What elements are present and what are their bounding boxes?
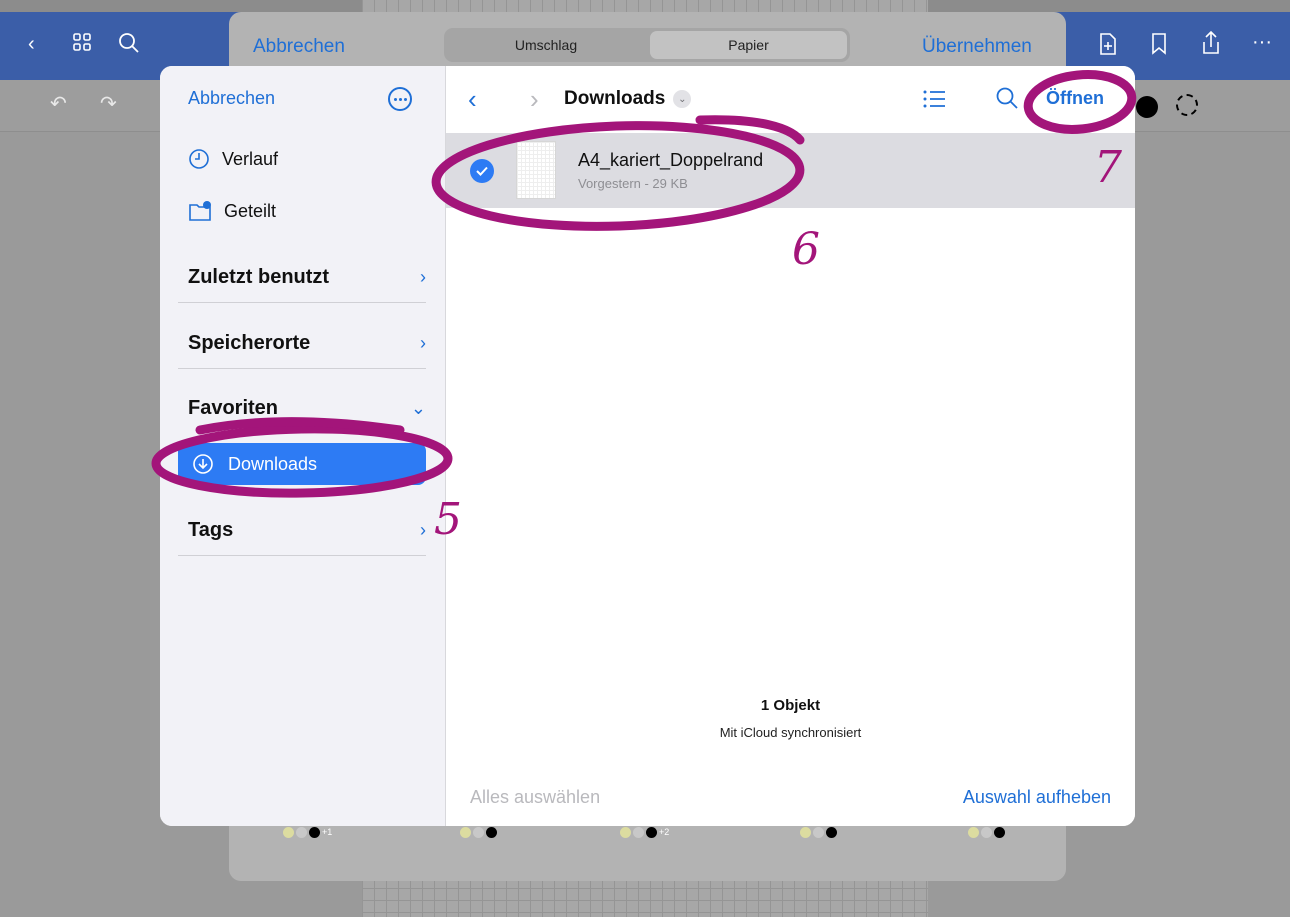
- section-recently-used[interactable]: Zuletzt benutzt ›: [188, 258, 426, 296]
- swatch-count: +2: [659, 827, 670, 837]
- browser-toolbar: ‹ › Downloads ⌄ Öffnen: [446, 66, 1135, 132]
- file-name: A4_kariert_Doppelrand: [578, 150, 764, 170]
- clock-icon: [189, 149, 209, 169]
- forward-button[interactable]: ›: [530, 84, 539, 115]
- chevron-down-icon: ⌄: [410, 397, 426, 418]
- chevron-right-icon: ›: [420, 519, 426, 540]
- picker-cancel-button[interactable]: Abbrechen: [188, 88, 275, 109]
- file-browser: ‹ › Downloads ⌄ Öffnen A4_kariert_Doppel…: [446, 66, 1135, 826]
- back-icon[interactable]: ‹: [28, 34, 35, 54]
- sidebar-item-label: Verlauf: [222, 148, 279, 169]
- share-icon[interactable]: [1200, 30, 1222, 60]
- more-icon[interactable]: ···: [1252, 32, 1272, 52]
- add-page-icon[interactable]: [1098, 32, 1118, 60]
- file-row[interactable]: A4_kariert_Doppelrand Vorgestern - 29 KB: [446, 133, 1135, 208]
- chevron-right-icon: ›: [420, 332, 426, 353]
- annotation-step-6: 6: [792, 224, 820, 275]
- folder-title: Downloads: [564, 88, 666, 109]
- background-grid-paper-top: [362, 0, 928, 12]
- section-label: Favoriten: [188, 396, 279, 419]
- sidebar-item-recents[interactable]: Verlauf: [188, 148, 278, 170]
- annotation-step-5: 5: [434, 494, 462, 545]
- search-icon[interactable]: [995, 86, 1019, 110]
- redo-icon[interactable]: ↷: [100, 94, 117, 114]
- shared-folder-icon: [189, 201, 211, 221]
- color-swatch-group[interactable]: [460, 826, 497, 838]
- segment-cover[interactable]: Umschlag: [447, 31, 645, 59]
- checkmark-icon[interactable]: [470, 159, 494, 183]
- search-icon[interactable]: [118, 32, 140, 58]
- swatch-count: +1: [322, 827, 333, 837]
- grid-icon[interactable]: [72, 32, 92, 56]
- sidebar-item-shared[interactable]: Geteilt: [188, 200, 276, 222]
- divider: [178, 555, 426, 556]
- color-swatch-group[interactable]: [800, 826, 837, 838]
- sidebar-item-label: Geteilt: [224, 200, 277, 221]
- back-button[interactable]: ‹: [468, 84, 477, 115]
- background-grid-paper: [362, 876, 928, 917]
- file-picker-dialog: Abbrechen Verlauf Geteilt Zuletzt benutz…: [160, 66, 1135, 826]
- sync-status: Mit iCloud synchronisiert: [719, 725, 862, 740]
- section-label: Zuletzt benutzt: [188, 265, 330, 288]
- divider: [178, 368, 426, 369]
- file-meta: Vorgestern - 29 KB: [578, 176, 688, 191]
- select-all-button[interactable]: Alles auswählen: [470, 787, 600, 808]
- black-color-icon[interactable]: [1136, 96, 1158, 118]
- list-view-icon[interactable]: [922, 88, 946, 110]
- folder-title-menu[interactable]: Downloads ⌄: [564, 88, 692, 110]
- sidebar-item-downloads[interactable]: Downloads: [178, 443, 426, 485]
- cover-paper-segmented-control: Umschlag Papier: [444, 28, 850, 62]
- sheet-cancel-button[interactable]: Abbrechen: [253, 36, 345, 58]
- bookmark-icon[interactable]: [1150, 32, 1168, 60]
- picker-sidebar: Abbrechen Verlauf Geteilt Zuletzt benutz…: [160, 66, 446, 826]
- undo-icon[interactable]: ↶: [50, 94, 67, 114]
- open-button[interactable]: Öffnen: [1046, 88, 1104, 109]
- sidebar-item-label: Downloads: [228, 453, 318, 474]
- section-locations[interactable]: Speicherorte ›: [188, 324, 426, 362]
- section-tags[interactable]: Tags ›: [188, 511, 426, 549]
- item-count: 1 Objekt: [760, 697, 821, 714]
- section-favorites[interactable]: Favoriten ⌄: [188, 389, 426, 427]
- section-label: Tags: [188, 518, 234, 541]
- color-swatch-group[interactable]: +1: [283, 826, 332, 838]
- annotation-step-7: 7: [1094, 142, 1122, 193]
- color-swatch-group[interactable]: +2: [620, 826, 669, 838]
- color-swatch-group[interactable]: [968, 826, 1005, 838]
- more-options-icon[interactable]: [388, 87, 412, 111]
- download-icon: [193, 454, 213, 474]
- sheet-apply-button[interactable]: Übernehmen: [922, 36, 1032, 58]
- deselect-button[interactable]: Auswahl aufheben: [963, 787, 1111, 808]
- chevron-right-icon: ›: [420, 266, 426, 287]
- section-label: Speicherorte: [188, 331, 311, 354]
- divider: [178, 302, 426, 303]
- segment-paper[interactable]: Papier: [650, 31, 847, 59]
- lasso-icon[interactable]: [1176, 94, 1198, 116]
- chevron-down-icon: ⌄: [673, 90, 692, 108]
- file-thumbnail: [516, 141, 556, 199]
